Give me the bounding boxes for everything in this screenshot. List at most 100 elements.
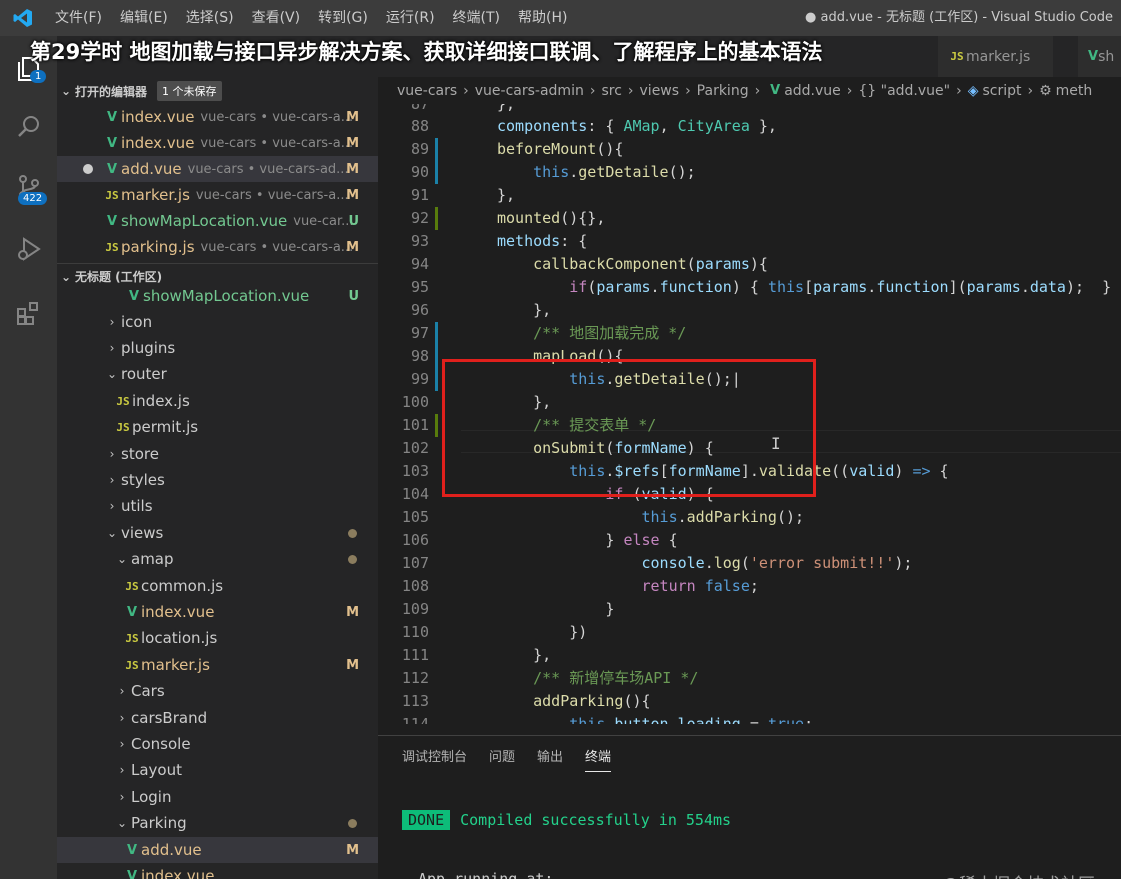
breadcrumb-item[interactable]: script	[982, 83, 1021, 99]
menu-edit[interactable]: 编辑(E)	[111, 0, 177, 36]
code-line: 102 onSubmit(formName) {	[401, 439, 714, 457]
run-debug-button[interactable]	[0, 220, 57, 277]
breadcrumb-item[interactable]: vue-cars-admin	[475, 83, 584, 99]
chevron-right-icon: ›	[109, 341, 115, 355]
tree-folder[interactable]: ⌄ router	[57, 361, 378, 387]
source-control-button[interactable]: 422	[0, 158, 57, 215]
explorer-sidebar: ⌄ 打开的编辑器 1 个未保存 V index.vue vue-cars • v…	[57, 36, 378, 879]
file-desc: vue-cars • vue-cars-a...	[200, 135, 354, 151]
tree-item[interactable]: JS marker.js M	[57, 652, 378, 678]
breadcrumb-item[interactable]: meth	[1056, 83, 1093, 99]
tree-folder[interactable]: ⌄ Parking	[57, 810, 378, 836]
tree-folder[interactable]: ⌄ views	[57, 520, 378, 546]
breadcrumb-item[interactable]: {} "add.vue"	[858, 83, 950, 99]
open-editor-item[interactable]: JS parking.js vue-cars • vue-cars-a... M	[57, 234, 378, 260]
tree-folder[interactable]: › Cars	[57, 678, 378, 704]
breadcrumb-item[interactable]: add.vue	[784, 83, 841, 99]
breadcrumb-item[interactable]: src	[601, 83, 621, 99]
vue-file-icon: V	[106, 135, 118, 151]
tree-folder[interactable]: › Layout	[57, 757, 378, 783]
tab-problems[interactable]: 问题	[489, 746, 515, 772]
open-editor-item[interactable]: V index.vue vue-cars • vue-cars-a... M	[57, 130, 378, 156]
tree-folder[interactable]: › Login	[57, 784, 378, 810]
chevron-down-icon: ⌄	[116, 816, 128, 830]
chevron-right-icon: ›	[109, 315, 115, 329]
extensions-button[interactable]	[0, 284, 57, 341]
code-line: 113 addParking(){	[401, 692, 651, 710]
folder-name: Login	[131, 788, 172, 806]
tree-folder[interactable]: › utils	[57, 493, 378, 519]
vue-file-icon: V	[126, 604, 138, 620]
code-line: 89 beforeMount(){	[378, 138, 1121, 161]
chevron-down-icon: ⌄	[116, 552, 128, 566]
open-editor-item-active[interactable]: V add.vue vue-cars • vue-cars-ad... M	[57, 156, 378, 182]
tree-folder[interactable]: › icon	[57, 309, 378, 335]
editor-area: JS marker.js V sh vue-cars › vue-cars-adm…	[378, 36, 1121, 879]
tree-item[interactable]: JS index.js	[57, 388, 378, 414]
tree-folder[interactable]: › store	[57, 441, 378, 467]
menu-view[interactable]: 查看(V)	[243, 0, 310, 36]
chevron-right-icon: ›	[119, 790, 125, 804]
menu-run[interactable]: 运行(R)	[377, 0, 444, 36]
menu-go[interactable]: 转到(G)	[309, 0, 377, 36]
code-line: 109 }	[401, 600, 615, 618]
menu-help[interactable]: 帮助(H)	[509, 0, 576, 36]
activity-bar: 1 422	[0, 36, 57, 879]
code-line: 95 if(params.function) { this[params.fun…	[410, 278, 1112, 296]
file-desc: vue-cars • vue-cars-a...	[200, 109, 354, 125]
menu-terminal[interactable]: 终端(T)	[444, 0, 509, 36]
tree-item[interactable]: JS location.js	[57, 625, 378, 651]
tree-item[interactable]: V index.vue	[57, 863, 378, 879]
code-line: 98 mapLoad(){	[378, 345, 1121, 368]
vue-file-icon: V	[770, 83, 781, 98]
tree-folder[interactable]: › plugins	[57, 335, 378, 361]
watermark: @稀土掘金技术社区	[942, 870, 1095, 879]
tree-item[interactable]: JS permit.js	[57, 414, 378, 440]
tab-output[interactable]: 输出	[537, 746, 563, 772]
open-editors-header[interactable]: ⌄ 打开的编辑器 1 个未保存	[57, 78, 378, 104]
tree-folder[interactable]: › carsBrand	[57, 705, 378, 731]
git-status: M	[346, 842, 359, 858]
menu-file[interactable]: 文件(F)	[46, 0, 111, 36]
code-line: 100 },	[401, 393, 552, 411]
file-name: showMapLocation.vue	[143, 287, 310, 305]
tab-show-map[interactable]: V sh	[1078, 36, 1121, 77]
tree-item[interactable]: JS common.js	[57, 573, 378, 599]
git-status: M	[346, 135, 359, 151]
breadcrumb-item[interactable]: views	[640, 83, 680, 99]
search-button[interactable]	[0, 98, 57, 155]
tree-item-active[interactable]: V add.vue M	[57, 837, 378, 863]
tab-terminal[interactable]: 终端	[585, 746, 612, 772]
tab-debug-console[interactable]: 调试控制台	[402, 746, 467, 772]
file-name: add.vue	[141, 841, 202, 859]
tree-item[interactable]: V index.vue M	[57, 599, 378, 625]
file-name: index.vue	[141, 867, 215, 879]
tree-folder[interactable]: › styles	[57, 467, 378, 493]
breadcrumb-item[interactable]: vue-cars	[397, 83, 457, 99]
code-editor[interactable]: 87}, 88 components: { AMap, CityArea }, 8…	[378, 104, 1121, 724]
chevron-down-icon: ⌄	[106, 367, 118, 381]
tree-item[interactable]: V showMapLocation.vue U	[57, 283, 378, 309]
open-editor-item[interactable]: V index.vue vue-cars • vue-cars-a... M	[57, 104, 378, 130]
git-status: M	[346, 657, 359, 673]
file-name: showMapLocation.vue	[121, 212, 288, 230]
open-editor-item[interactable]: V showMapLocation.vue vue-car... U	[57, 208, 378, 234]
compile-status: Compiled successfully in 554ms	[460, 811, 732, 829]
git-status: M	[346, 239, 359, 255]
code-line: 97 /** 地图加载完成 */	[378, 322, 1121, 345]
terminal-output: DONE Compiled successfully in 554ms	[402, 810, 731, 830]
chevron-right-icon: ›	[109, 447, 115, 461]
tab-marker-js[interactable]: JS marker.js	[938, 36, 1053, 77]
git-status: M	[346, 161, 359, 177]
menu-selection[interactable]: 选择(S)	[177, 0, 243, 36]
open-editor-item[interactable]: JS marker.js vue-cars • vue-cars-a... M	[57, 182, 378, 208]
vue-file-icon: V	[1088, 49, 1099, 64]
js-file-icon: JS	[950, 50, 964, 63]
unsaved-dot-icon[interactable]	[83, 164, 93, 174]
tree-folder[interactable]: › Console	[57, 731, 378, 757]
code-line: 90 this.getDetaile();	[378, 161, 1121, 184]
code-line: 108 return false;	[401, 577, 759, 595]
tree-folder[interactable]: ⌄ amap	[57, 546, 378, 572]
folder-name: views	[121, 524, 164, 542]
breadcrumb-item[interactable]: Parking	[697, 83, 749, 99]
